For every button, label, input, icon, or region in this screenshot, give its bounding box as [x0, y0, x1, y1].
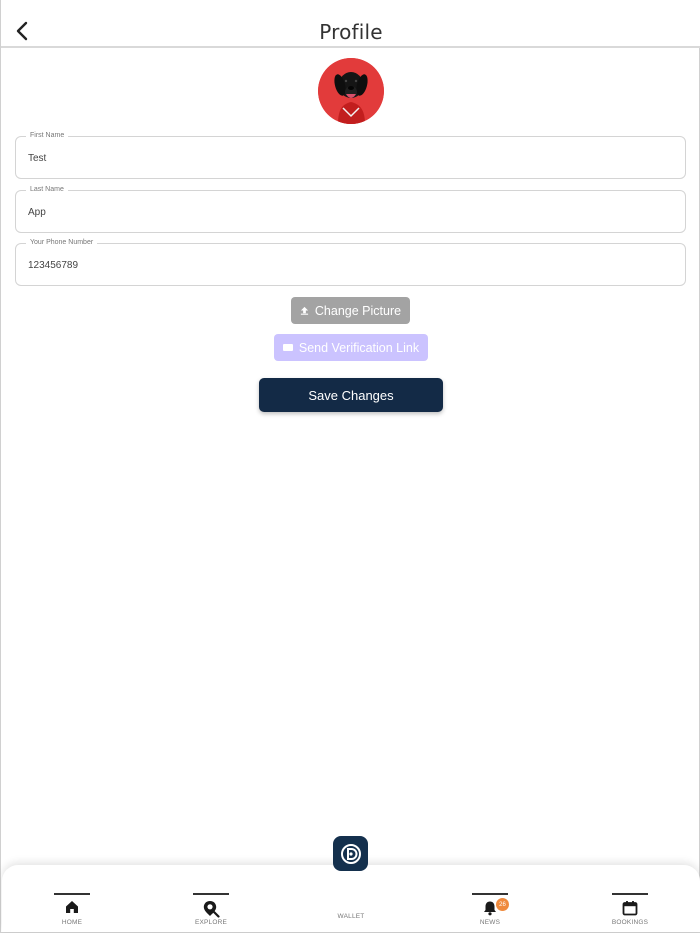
- nav-item-news[interactable]: 26 NEWS: [450, 865, 530, 932]
- change-picture-button[interactable]: Change Picture: [291, 297, 410, 324]
- nav-item-bookings[interactable]: BOOKINGS: [590, 865, 670, 932]
- home-icon: [66, 901, 78, 913]
- first-name-field[interactable]: First Name: [15, 131, 686, 179]
- nav-label-wallet: WALLET: [337, 913, 365, 920]
- nav-label-bookings: BOOKINGS: [611, 919, 649, 926]
- email-icon: [282, 344, 293, 351]
- page-title: Profile: [319, 20, 383, 44]
- send-verification-label: Send Verification Link: [298, 340, 420, 355]
- calendar-icon: [622, 901, 638, 916]
- first-name-input[interactable]: [28, 150, 668, 166]
- bottom-navigation: HOME EXPLORE WALLET 26 NEWS BOOKINGS: [2, 865, 700, 932]
- phone-number-label: Your Phone Number: [26, 238, 98, 248]
- phone-number-field[interactable]: Your Phone Number: [15, 238, 686, 286]
- change-picture-label: Change Picture: [314, 303, 402, 318]
- upload-icon: [300, 306, 309, 315]
- dog-photo: [318, 58, 384, 124]
- app-frame: Profile First Name Last Name Your Phone …: [0, 0, 700, 933]
- send-verification-link-button[interactable]: Send Verification Link: [274, 334, 428, 361]
- wallet-button[interactable]: [333, 836, 368, 871]
- nav-item-explore[interactable]: EXPLORE: [171, 865, 251, 932]
- last-name-field[interactable]: Last Name: [15, 185, 686, 233]
- nav-label-explore: EXPLORE: [194, 919, 228, 926]
- map-pin-search-icon: [203, 901, 220, 918]
- nav-indicator: [54, 893, 90, 895]
- nav-item-wallet[interactable]: WALLET: [311, 865, 391, 932]
- save-changes-button[interactable]: Save Changes: [259, 378, 443, 412]
- nav-indicator: [612, 893, 648, 895]
- save-changes-label: Save Changes: [308, 387, 394, 403]
- nav-indicator: [193, 893, 229, 895]
- phone-number-input[interactable]: [28, 257, 668, 273]
- nav-indicator: [472, 893, 508, 895]
- header: Profile: [1, 0, 700, 48]
- nav-label-news: NEWS: [479, 919, 501, 926]
- nav-label-home: HOME: [61, 919, 83, 926]
- wallet-logo-icon: [340, 843, 361, 864]
- news-badge: 26: [496, 898, 509, 911]
- last-name-input[interactable]: [28, 204, 668, 220]
- last-name-label: Last Name: [26, 185, 68, 195]
- avatar[interactable]: [318, 58, 384, 124]
- nav-item-home[interactable]: HOME: [32, 865, 112, 932]
- first-name-label: First Name: [26, 131, 69, 141]
